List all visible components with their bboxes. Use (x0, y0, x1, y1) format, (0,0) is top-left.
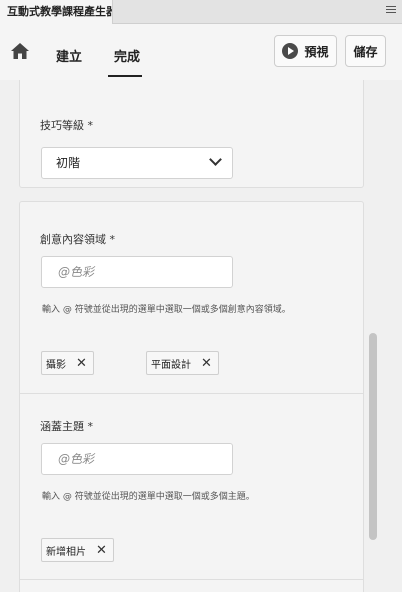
tab-done[interactable]: 完成 (114, 46, 140, 65)
tag-label: 攝影 (46, 359, 66, 371)
content-card: 創意內容領域 * 輸入 @ 符號並從出現的選單中選取一個或多個創意內容領域。 攝… (19, 201, 364, 592)
section-divider (20, 579, 363, 580)
home-icon[interactable] (10, 42, 30, 60)
panel-tab[interactable]: 互動式教學課程產生器 (0, 0, 113, 24)
save-button-label: 儲存 (353, 44, 378, 59)
tag-label: 平面設計 (151, 359, 191, 371)
tag-chip: 新增相片 ✕ (41, 538, 114, 562)
tag-label: 新增相片 (46, 546, 86, 558)
skill-level-value: 初階 (56, 156, 81, 170)
preview-button-label: 預視 (304, 44, 329, 59)
panel-tab-bar: 互動式教學課程產生器 (0, 0, 402, 24)
close-icon[interactable]: ✕ (201, 357, 212, 370)
creative-area-hint: 輸入 @ 符號並從出現的選單中選取一個或多個創意內容領域。 (42, 305, 291, 315)
save-button[interactable]: 儲存 (345, 35, 386, 67)
close-icon[interactable]: ✕ (96, 544, 107, 557)
panel-menu-icon[interactable] (386, 6, 396, 15)
tag-chip: 平面設計 ✕ (146, 351, 219, 375)
top-toolbar: 建立 完成 預視 儲存 (0, 24, 402, 80)
topics-input[interactable] (41, 443, 233, 475)
tag-chip: 攝影 ✕ (41, 351, 94, 375)
skill-level-card: 技巧等級 * 初階 (19, 80, 364, 188)
creative-area-label: 創意內容領域 * (40, 233, 115, 246)
scrollbar-thumb[interactable] (369, 333, 377, 540)
creative-area-input[interactable] (41, 256, 233, 288)
section-divider (20, 393, 363, 394)
skill-level-select[interactable]: 初階 (41, 147, 233, 179)
preview-button[interactable]: 預視 (274, 35, 337, 67)
tab-create[interactable]: 建立 (56, 46, 82, 65)
topics-label: 涵蓋主題 * (40, 420, 93, 433)
form-scroll-area[interactable]: 技巧等級 * 初階 創意內容領域 * 輸入 @ 符號並從出現的選單中選取一個或多… (0, 80, 402, 592)
close-icon[interactable]: ✕ (76, 357, 87, 370)
active-tab-indicator (108, 75, 142, 77)
skill-level-label: 技巧等級 * (40, 119, 93, 132)
topics-hint: 輸入 @ 符號並從出現的選單中選取一個或多個主題。 (42, 492, 255, 502)
chevron-down-icon (209, 153, 222, 166)
play-icon (282, 43, 299, 59)
